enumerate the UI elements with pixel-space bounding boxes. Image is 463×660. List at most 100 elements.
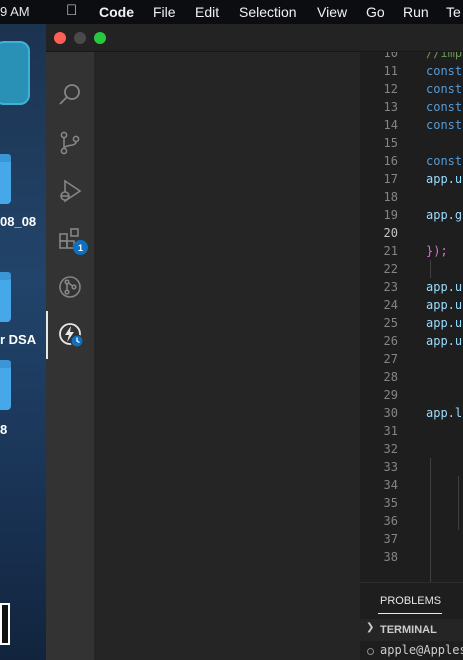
macos-menu-bar: 9 AM  Code File Edit Selection View Go … bbox=[0, 0, 463, 24]
code-line[interactable]: 13 const bbox=[360, 98, 463, 116]
code-text: app.u bbox=[426, 334, 463, 348]
code-line[interactable]: 26 app.u bbox=[360, 332, 463, 350]
line-number: 30 bbox=[383, 406, 398, 420]
menu-run[interactable]: Run bbox=[403, 4, 429, 20]
terminal-title: TERMINAL bbox=[380, 624, 437, 636]
thunder-client-icon[interactable] bbox=[46, 311, 94, 359]
active-tab-indicator bbox=[378, 613, 442, 614]
activity-bar: 1 bbox=[46, 52, 94, 660]
menu-terminal[interactable]: Te bbox=[446, 4, 461, 20]
line-number: 16 bbox=[383, 154, 398, 168]
code-text: app.g bbox=[426, 208, 463, 222]
code-line[interactable]: 11 const bbox=[360, 62, 463, 80]
folder-icon[interactable] bbox=[0, 272, 11, 322]
line-number: 34 bbox=[383, 478, 398, 492]
desktop-file-thumbnail[interactable] bbox=[0, 603, 10, 645]
menu-go[interactable]: Go bbox=[366, 4, 385, 20]
code-line[interactable]: 36 bbox=[360, 512, 463, 530]
terminal-prompt[interactable]: apple@Apples bbox=[380, 643, 463, 657]
line-number: 25 bbox=[383, 316, 398, 330]
folder-icon[interactable] bbox=[0, 154, 11, 204]
line-number: 18 bbox=[383, 190, 398, 204]
line-number: 26 bbox=[383, 334, 398, 348]
code-text: const bbox=[426, 82, 463, 96]
line-number: 15 bbox=[383, 136, 398, 150]
indent-guide bbox=[430, 458, 431, 582]
code-line[interactable]: 12 const bbox=[360, 80, 463, 98]
run-debug-icon[interactable] bbox=[46, 167, 94, 215]
code-line[interactable]: 38 } bbox=[360, 548, 463, 566]
line-number: 36 bbox=[383, 514, 398, 528]
zoom-window-button[interactable] bbox=[94, 32, 106, 44]
chevron-down-icon[interactable]: ❯ bbox=[366, 622, 374, 633]
code-line[interactable]: 14 const bbox=[360, 116, 463, 134]
indent-guide bbox=[458, 476, 459, 530]
code-line[interactable]: 37 bbox=[360, 530, 463, 548]
line-number: 14 bbox=[383, 118, 398, 132]
line-number: 21 bbox=[383, 244, 398, 258]
code-line[interactable]: 10 //imp bbox=[360, 52, 463, 62]
line-number: 23 bbox=[383, 280, 398, 294]
menu-code[interactable]: Code bbox=[99, 4, 134, 20]
code-text: app.u bbox=[426, 280, 463, 294]
code-line[interactable]: 30 app.l bbox=[360, 404, 463, 422]
git-graph-icon[interactable] bbox=[46, 263, 94, 311]
desktop-folder-label[interactable]: r DSA bbox=[0, 332, 36, 347]
menu-edit[interactable]: Edit bbox=[195, 4, 219, 20]
menu-file[interactable]: File bbox=[153, 4, 176, 20]
code-line[interactable]: 31 t bbox=[360, 422, 463, 440]
line-number: 24 bbox=[383, 298, 398, 312]
terminal-status-icon bbox=[367, 648, 374, 655]
close-window-button[interactable] bbox=[54, 32, 66, 44]
desktop-folder-label[interactable]: 8 bbox=[0, 422, 7, 437]
code-text: r bbox=[454, 224, 463, 242]
terminal-header[interactable]: ❯ TERMINAL bbox=[360, 619, 463, 641]
code-text: } bbox=[454, 548, 463, 566]
side-bar-panel[interactable] bbox=[94, 52, 360, 660]
minimize-window-button[interactable] bbox=[74, 32, 86, 44]
code-line[interactable]: 29 bbox=[360, 386, 463, 404]
code-line[interactable]: 23 app.u bbox=[360, 278, 463, 296]
line-number: 37 bbox=[383, 532, 398, 546]
code-editor[interactable]: 10 //imp 11 const 12 const 13 const 14 const 15 16 c… bbox=[360, 52, 463, 582]
code-text: //imp bbox=[426, 52, 463, 60]
code-line[interactable]: 18 bbox=[360, 188, 463, 206]
code-line[interactable]: 32 bbox=[360, 440, 463, 458]
desktop-app-tile[interactable] bbox=[0, 41, 30, 105]
indent-guide bbox=[430, 260, 431, 278]
code-line[interactable]: 19 app.g bbox=[360, 206, 463, 224]
code-text: const bbox=[426, 118, 463, 132]
source-control-icon[interactable] bbox=[46, 119, 94, 167]
code-line[interactable]: 33 bbox=[360, 458, 463, 476]
code-line[interactable]: 25 app.u bbox=[360, 314, 463, 332]
tab-problems[interactable]: PROBLEMS bbox=[380, 595, 441, 607]
apple-menu-icon[interactable]:  bbox=[66, 2, 77, 19]
code-text: app.u bbox=[426, 316, 463, 330]
code-line[interactable]: 16 const bbox=[360, 152, 463, 170]
line-number: 32 bbox=[383, 442, 398, 456]
menu-selection[interactable]: Selection bbox=[239, 4, 297, 20]
code-line[interactable]: 20 r bbox=[360, 224, 463, 242]
code-line[interactable]: 35 } bbox=[360, 494, 463, 512]
code-line[interactable]: 27 bbox=[360, 350, 463, 368]
code-line[interactable]: 34 bbox=[360, 476, 463, 494]
code-line[interactable]: 28 bbox=[360, 368, 463, 386]
menu-bar-clock: 9 AM bbox=[0, 4, 30, 19]
menu-view[interactable]: View bbox=[317, 4, 347, 20]
code-line[interactable]: 17 app.u bbox=[360, 170, 463, 188]
bottom-panel: PROBLEMS ❯ TERMINAL apple@Apples bbox=[360, 582, 463, 660]
code-text: app.u bbox=[426, 298, 463, 312]
code-line[interactable]: 15 bbox=[360, 134, 463, 152]
code-line[interactable]: 22 bbox=[360, 260, 463, 278]
line-number: 22 bbox=[383, 262, 398, 276]
folder-icon[interactable] bbox=[0, 360, 11, 410]
desktop-folder-label[interactable]: 08_08 bbox=[0, 214, 36, 229]
search-icon[interactable] bbox=[46, 71, 94, 119]
code-text: const bbox=[426, 64, 463, 78]
code-text: const bbox=[426, 154, 463, 168]
code-line[interactable]: 21}); bbox=[360, 242, 463, 260]
extensions-icon[interactable]: 1 bbox=[46, 215, 94, 263]
extensions-update-badge: 1 bbox=[73, 240, 88, 255]
code-line[interactable]: 24 app.u bbox=[360, 296, 463, 314]
line-number: 28 bbox=[383, 370, 398, 384]
